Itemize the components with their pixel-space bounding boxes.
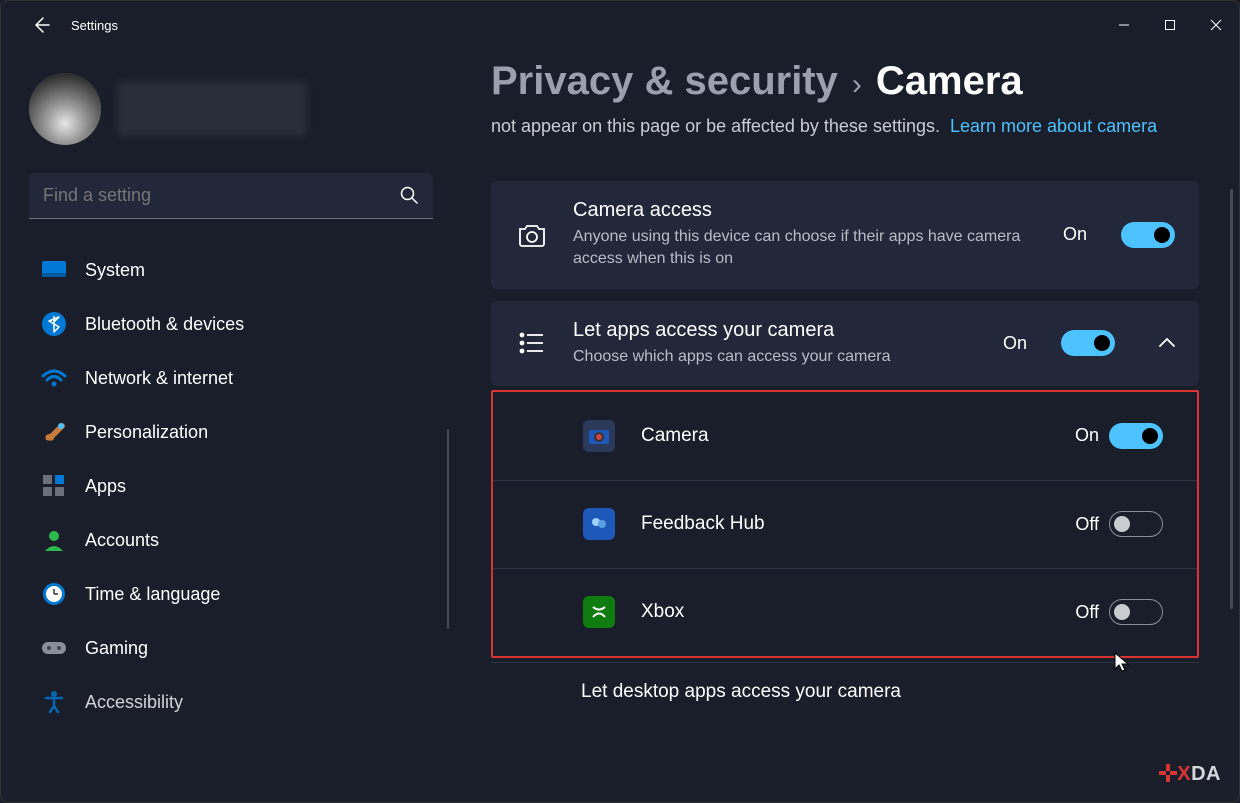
- sidebar-item-time-language[interactable]: Time & language: [29, 567, 433, 621]
- sidebar: System Bluetooth & devices Network & int…: [1, 49, 461, 802]
- app-icon-camera: [583, 420, 615, 452]
- clock-icon: [41, 581, 67, 607]
- toggle-app-camera[interactable]: [1109, 423, 1163, 449]
- app-icon-xbox: [583, 596, 615, 628]
- chevron-right-icon: ›: [852, 68, 862, 102]
- search-input[interactable]: [29, 173, 433, 219]
- window-title: Settings: [71, 18, 118, 33]
- sidebar-item-label: System: [85, 260, 145, 281]
- sidebar-item-apps[interactable]: Apps: [29, 459, 433, 513]
- close-button[interactable]: [1193, 1, 1239, 49]
- chevron-up-icon[interactable]: [1159, 334, 1175, 352]
- accessibility-icon: [41, 689, 67, 715]
- watermark-x: X: [1177, 763, 1191, 785]
- sidebar-item-label: Time & language: [85, 584, 220, 605]
- description-text: not appear on this page or be affected b…: [491, 116, 940, 136]
- sidebar-item-accounts[interactable]: Accounts: [29, 513, 433, 567]
- watermark-rest: DA: [1191, 763, 1221, 785]
- wifi-icon: [41, 365, 67, 391]
- main-content: Privacy & security › Camera not appear o…: [461, 49, 1239, 802]
- minimize-button[interactable]: [1101, 1, 1147, 49]
- bluetooth-icon: [41, 311, 67, 337]
- card-title: Let desktop apps access your camera: [581, 681, 901, 702]
- card-camera-access: Camera access Anyone using this device c…: [491, 181, 1199, 289]
- toggle-camera-access[interactable]: [1121, 222, 1175, 248]
- search-icon: [399, 185, 419, 210]
- toggle-state-label: On: [1003, 333, 1027, 354]
- breadcrumb-current: Camera: [876, 59, 1023, 104]
- app-name: Camera: [641, 425, 1075, 447]
- app-name: Feedback Hub: [641, 513, 1075, 535]
- sidebar-item-bluetooth[interactable]: Bluetooth & devices: [29, 297, 433, 351]
- apps-icon: [41, 473, 67, 499]
- titlebar: Settings: [1, 1, 1239, 49]
- sidebar-item-label: Gaming: [85, 638, 148, 659]
- app-row-xbox: Xbox Off: [493, 568, 1197, 656]
- toggle-let-apps[interactable]: [1061, 330, 1115, 356]
- app-permission-list: Camera On Feedback Hub Off Xbox Off: [491, 390, 1199, 658]
- app-name: Xbox: [641, 601, 1075, 623]
- sidebar-item-label: Network & internet: [85, 368, 233, 389]
- toggle-state-label: On: [1075, 425, 1099, 446]
- learn-more-link[interactable]: Learn more about camera: [950, 116, 1157, 136]
- sidebar-item-network[interactable]: Network & internet: [29, 351, 433, 405]
- app-icon-feedback-hub: [583, 508, 615, 540]
- sidebar-item-label: Personalization: [85, 422, 208, 443]
- watermark: XDA: [1159, 763, 1221, 786]
- user-name-redacted: [117, 82, 307, 136]
- card-subtitle: Choose which apps can access your camera: [573, 346, 979, 368]
- breadcrumb: Privacy & security › Camera: [491, 59, 1199, 104]
- sidebar-item-label: Accounts: [85, 530, 159, 551]
- card-title: Let apps access your camera: [573, 319, 979, 342]
- search-container: [29, 173, 433, 219]
- card-let-apps-access[interactable]: Let apps access your camera Choose which…: [491, 301, 1199, 386]
- sidebar-item-gaming[interactable]: Gaming: [29, 621, 433, 675]
- system-icon: [41, 257, 67, 283]
- sidebar-item-label: Bluetooth & devices: [85, 314, 244, 335]
- toggle-state-label: On: [1063, 224, 1087, 245]
- card-subtitle: Anyone using this device can choose if t…: [573, 226, 1039, 271]
- sidebar-item-label: Accessibility: [85, 692, 183, 713]
- sidebar-item-personalization[interactable]: Personalization: [29, 405, 433, 459]
- maximize-button[interactable]: [1147, 1, 1193, 49]
- page-description: not appear on this page or be affected b…: [491, 112, 1199, 141]
- avatar: [29, 73, 101, 145]
- sidebar-scrollbar[interactable]: [447, 429, 449, 629]
- brush-icon: [41, 419, 67, 445]
- gamepad-icon: [41, 635, 67, 661]
- camera-icon: [515, 222, 549, 248]
- card-desktop-apps-partial[interactable]: Let desktop apps access your camera: [491, 662, 1199, 722]
- window-controls: [1101, 1, 1239, 49]
- back-button[interactable]: [21, 15, 61, 35]
- main-scrollbar[interactable]: [1230, 189, 1233, 609]
- list-icon: [515, 332, 549, 354]
- app-row-camera: Camera On: [493, 392, 1197, 480]
- breadcrumb-parent[interactable]: Privacy & security: [491, 59, 838, 104]
- user-info[interactable]: [29, 73, 433, 145]
- sidebar-item-accessibility[interactable]: Accessibility: [29, 675, 433, 729]
- sidebar-item-label: Apps: [85, 476, 126, 497]
- app-row-feedback-hub: Feedback Hub Off: [493, 480, 1197, 568]
- sidebar-item-system[interactable]: System: [29, 243, 433, 297]
- toggle-state-label: Off: [1075, 602, 1099, 623]
- toggle-state-label: Off: [1075, 514, 1099, 535]
- toggle-app-xbox[interactable]: [1109, 599, 1163, 625]
- toggle-app-feedback-hub[interactable]: [1109, 511, 1163, 537]
- account-icon: [41, 527, 67, 553]
- card-title: Camera access: [573, 199, 1039, 222]
